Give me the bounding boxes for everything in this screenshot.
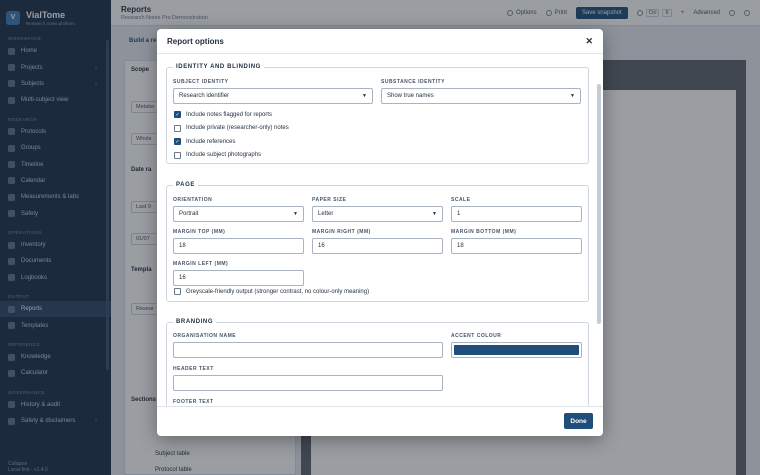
identity-checkbox[interactable]: Include subject photographs <box>174 151 262 159</box>
dialog-footer: Done <box>157 406 603 436</box>
identity-checkbox[interactable]: ✓ Include notes flagged for reports <box>174 111 272 118</box>
page-fieldset: PAGE Orientation Portrait ▼ Paper size Le… <box>166 182 589 302</box>
checkbox-icon <box>174 124 181 132</box>
dialog-header: Report options ✕ <box>157 29 603 54</box>
subject-identity-select[interactable]: Research identifier ▼ <box>173 88 373 104</box>
accent-colour-label: Accent colour <box>451 333 502 339</box>
margin-top-input[interactable]: 18 <box>173 238 304 254</box>
margin-left-label: Margin left (mm) <box>173 261 229 267</box>
header-text-input[interactable] <box>173 375 443 391</box>
checkbox-checked-icon: ✓ <box>174 138 181 145</box>
margin-right-input[interactable]: 16 <box>312 238 443 254</box>
orientation-label: Orientation <box>173 197 213 203</box>
scale-label: Scale <box>451 197 471 203</box>
margin-left-input[interactable]: 16 <box>173 270 304 286</box>
chevron-down-icon: ▼ <box>432 211 437 217</box>
done-button[interactable]: Done <box>564 413 593 429</box>
chevron-down-icon: ▼ <box>570 93 575 99</box>
close-icon[interactable]: ✕ <box>585 36 593 47</box>
header-text-label: Header text <box>173 366 214 372</box>
colour-swatch <box>454 345 579 355</box>
checkbox-icon <box>174 288 181 295</box>
margin-bottom-input[interactable]: 18 <box>451 238 582 254</box>
chevron-down-icon: ▼ <box>362 93 367 99</box>
checkbox-label: Include notes flagged for reports <box>186 111 273 118</box>
page-legend: PAGE <box>173 182 198 188</box>
checkbox-label: Include references <box>186 138 236 145</box>
subject-identity-label: Subject identity <box>173 79 229 85</box>
chevron-down-icon: ▼ <box>293 211 298 217</box>
orientation-select[interactable]: Portrait ▼ <box>173 206 304 222</box>
checkbox-label: Include private (researcher-only) notes <box>186 125 289 131</box>
dialog-body: IDENTITY AND BLINDING Subject identity R… <box>157 54 603 406</box>
report-options-dialog: Report options ✕ IDENTITY AND BLINDING S… <box>157 29 603 436</box>
scale-input[interactable]: 1 <box>451 206 582 222</box>
greyscale-checkbox[interactable]: Greyscale-friendly output (stronger cont… <box>174 288 369 295</box>
substance-identity-label: Substance identity <box>381 79 445 85</box>
accent-colour-picker[interactable] <box>451 342 582 358</box>
checkbox-label: Include subject photographs <box>186 152 262 158</box>
branding-legend: BRANDING <box>173 319 217 325</box>
paper-size-label: Paper size <box>312 197 347 203</box>
margin-top-label: Margin top (mm) <box>173 229 226 235</box>
identity-checkbox[interactable]: ✓ Include references <box>174 138 235 145</box>
branding-fieldset: BRANDING Organisation name Accent colour… <box>166 319 589 406</box>
dialog-title: Report options <box>167 36 224 46</box>
identity-fieldset: IDENTITY AND BLINDING Subject identity R… <box>166 64 589 164</box>
identity-checkbox[interactable]: Include private (researcher-only) notes <box>174 124 289 132</box>
dialog-scrollbar[interactable] <box>597 84 601 324</box>
margin-bottom-label: Margin bottom (mm) <box>451 229 517 235</box>
checkbox-checked-icon: ✓ <box>174 111 181 118</box>
identity-legend: IDENTITY AND BLINDING <box>173 64 264 70</box>
margin-right-label: Margin right (mm) <box>312 229 371 235</box>
paper-size-select[interactable]: Letter ▼ <box>312 206 443 222</box>
organisation-name-input[interactable] <box>173 342 443 358</box>
checkbox-icon <box>174 151 181 159</box>
footer-text-label: Footer text <box>173 399 214 405</box>
organisation-name-label: Organisation name <box>173 333 237 339</box>
substance-identity-select[interactable]: Show true names ▼ <box>381 88 581 104</box>
